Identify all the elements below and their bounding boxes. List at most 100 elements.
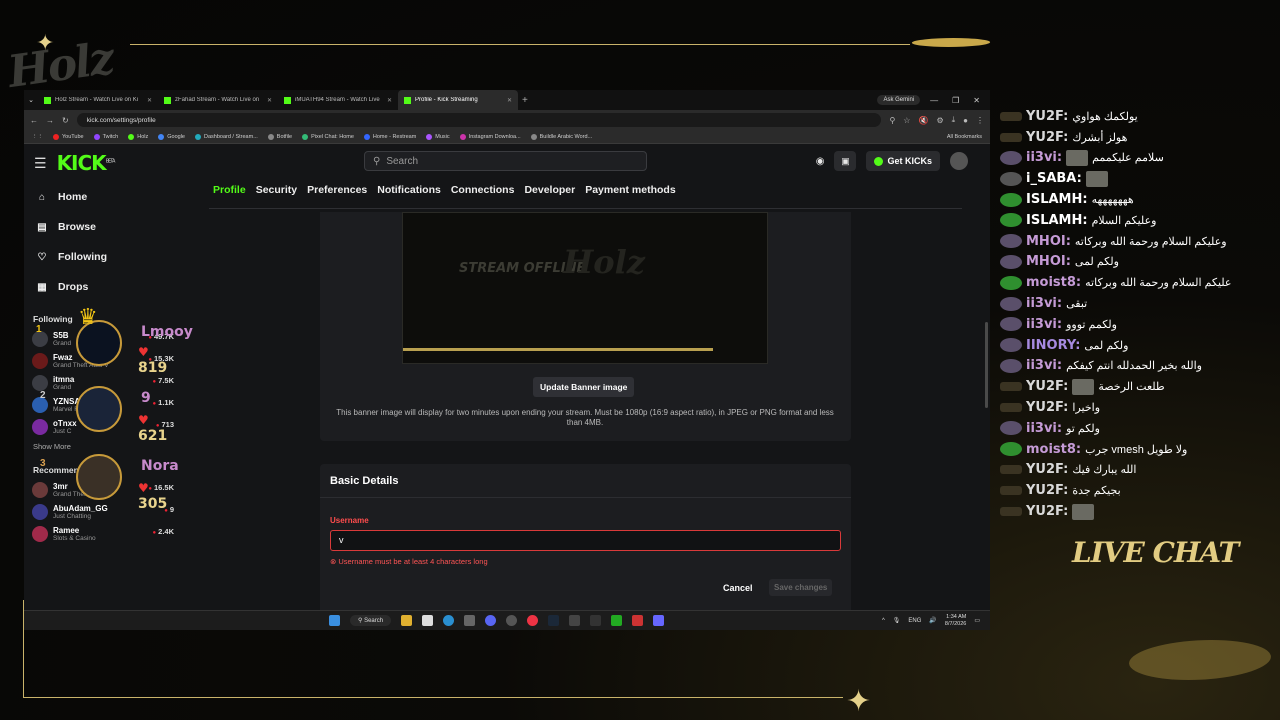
save-changes-button[interactable]: Save changes [769, 579, 833, 596]
app-icon[interactable] [611, 615, 623, 626]
bookmark-item[interactable]: Dashboard / Stream... [194, 133, 258, 140]
tab-profile[interactable]: Profile [213, 184, 246, 196]
channel-item[interactable]: AbuAdam_GGJust Chatting9 [24, 501, 204, 523]
volume-icon[interactable]: 🔊 [929, 617, 936, 624]
heart-icon: ♥ [138, 481, 149, 495]
tab-bar: ⌄ Holz Stream - Watch Live on Ki ✕ zFahad… [24, 90, 990, 110]
bookmark-item[interactable]: Music [426, 133, 450, 140]
chat-text: ولكم تو [1066, 422, 1100, 435]
tab-connections[interactable]: Connections [451, 184, 515, 196]
chat-badge-icon [1000, 421, 1022, 436]
sidebar-item-home[interactable]: ⌂ Home [24, 182, 204, 212]
minimize-icon[interactable]: — [930, 96, 938, 105]
language-indicator[interactable]: ENG [908, 618, 921, 624]
browser-tab[interactable]: iMUATH94 Stream - Watch Live ✕ [278, 90, 398, 110]
profile-icon[interactable]: ● [963, 116, 968, 125]
channel-item[interactable]: RameeSlots & Casino 2.4K [24, 523, 204, 545]
banner-card: STREAM OFFLINE Holz Update Banner image … [320, 212, 851, 441]
browser-tab[interactable]: zFahad Stream - Watch Live on ✕ [158, 90, 278, 110]
bookmark-item[interactable]: Holz [128, 133, 148, 140]
app-icon[interactable] [464, 615, 476, 626]
bookmark-item[interactable]: YouTube [53, 133, 84, 140]
tab-security[interactable]: Security [256, 184, 297, 196]
chrome-icon[interactable] [527, 615, 539, 626]
close-icon[interactable]: ✕ [387, 97, 392, 104]
get-kicks-button[interactable]: Get KICKs [866, 151, 940, 171]
close-icon[interactable]: ✕ [147, 97, 152, 104]
forward-icon[interactable]: → [46, 116, 54, 125]
app-icon[interactable] [632, 615, 644, 626]
browser-tab-active[interactable]: Profile - Kick Streaming ✕ [398, 90, 518, 110]
bookmark-item[interactable]: Instagram Downloa... [459, 133, 521, 140]
back-icon[interactable]: ← [30, 116, 38, 125]
close-window-icon[interactable]: ✕ [973, 96, 980, 105]
page-scrollbar[interactable] [985, 322, 988, 408]
maximize-icon[interactable]: ❐ [952, 96, 959, 105]
new-tab-icon[interactable]: + [522, 95, 528, 106]
browser-tab[interactable]: Holz Stream - Watch Live on Ki ✕ [38, 90, 158, 110]
reload-icon[interactable]: ↻ [62, 116, 69, 125]
bookmark-star-icon[interactable]: ☆ [903, 116, 910, 125]
chat-message: YU2F: الله يبارك فيك [1000, 460, 1276, 481]
taskbar-search[interactable]: ⚲ Search [350, 615, 392, 626]
all-bookmarks-link[interactable]: All Bookmarks [947, 134, 982, 140]
avatar[interactable] [950, 152, 968, 170]
chat-text: سلامم عليكممم [1092, 152, 1164, 165]
edge-icon[interactable] [443, 615, 455, 626]
file-explorer-icon[interactable] [401, 615, 413, 626]
show-more-link[interactable]: Show More [24, 438, 204, 455]
download-icon[interactable]: ⤓ [952, 115, 956, 125]
url-field[interactable]: kick.com/settings/profile [76, 113, 882, 127]
tab-payment-methods[interactable]: Payment methods [585, 184, 675, 196]
bookmark-item[interactable]: Botfile [267, 133, 292, 140]
chat-username: ii3vi: [1026, 296, 1063, 312]
chat-message: ii3vi: تبقى [1000, 293, 1276, 314]
chevron-up-icon[interactable]: ^ [882, 618, 885, 624]
dashboard-icon[interactable]: ▣ [834, 151, 857, 171]
mic-icon[interactable]: 🎙 [893, 617, 901, 624]
bookmark-item[interactable]: Pixel Chat: Home [302, 133, 354, 140]
tab-developer[interactable]: Developer [524, 184, 575, 196]
search-input[interactable]: ⚲ Search [364, 151, 647, 171]
obs-icon[interactable] [506, 615, 518, 626]
steam-icon[interactable] [548, 615, 560, 626]
ask-gemini-button[interactable]: Ask Gemini [877, 95, 921, 105]
notification-icon[interactable]: ◉ [816, 156, 825, 167]
close-icon[interactable]: ✕ [267, 97, 272, 104]
sidebar-item-following[interactable]: ♡ Following [24, 242, 204, 272]
windows-start-icon[interactable] [329, 615, 340, 626]
app-icon[interactable] [569, 615, 581, 626]
sidebar-item-drops[interactable]: ▦ Drops [24, 272, 204, 302]
kicks-coin-icon [874, 156, 884, 166]
username-field[interactable]: v [330, 530, 841, 551]
tab-preferences[interactable]: Preferences [307, 184, 367, 196]
app-icon[interactable] [653, 615, 665, 626]
app-icon[interactable] [590, 615, 602, 626]
sidebar-item-browse[interactable]: ▤ Browse [24, 212, 204, 242]
update-banner-button[interactable]: Update Banner image [533, 377, 635, 397]
kick-logo[interactable]: KICKBETA [57, 151, 116, 175]
extensions-icon[interactable]: ⚙ [936, 116, 943, 125]
store-icon[interactable] [422, 615, 434, 626]
mute-icon[interactable]: 🔇 [918, 116, 928, 125]
bookmark-item[interactable]: Google [158, 133, 185, 140]
discord-icon[interactable] [485, 615, 497, 626]
chat-message: YU2F: طلعت الرخصة [1000, 376, 1276, 397]
bookmark-item[interactable]: Home - Restream [363, 133, 416, 140]
close-icon[interactable]: ✕ [507, 97, 512, 104]
menu-icon[interactable]: ⋮ [976, 116, 984, 125]
cancel-button[interactable]: Cancel [723, 583, 753, 593]
tab-list-icon[interactable]: ⌄ [24, 96, 38, 104]
bookmark-item[interactable]: Buildle Arabic Word... [530, 133, 592, 140]
bookmark-item[interactable]: Twitch [93, 133, 118, 140]
clock[interactable]: 1:34 AM 8/7/2026 [945, 614, 966, 628]
chat-message: MHOI: ولكم لمى [1000, 252, 1276, 273]
emote-icon [1066, 149, 1089, 166]
tab-notifications[interactable]: Notifications [377, 184, 441, 196]
apps-icon[interactable]: ⋮⋮ [32, 134, 43, 140]
hamburger-menu-icon[interactable]: ☰ [34, 155, 47, 172]
notifications-icon[interactable]: ▭ [974, 617, 980, 624]
kick-favicon-icon [284, 96, 291, 104]
taskbar-search-label: Search [364, 618, 384, 624]
zoom-icon[interactable]: ⚲ [889, 116, 895, 125]
